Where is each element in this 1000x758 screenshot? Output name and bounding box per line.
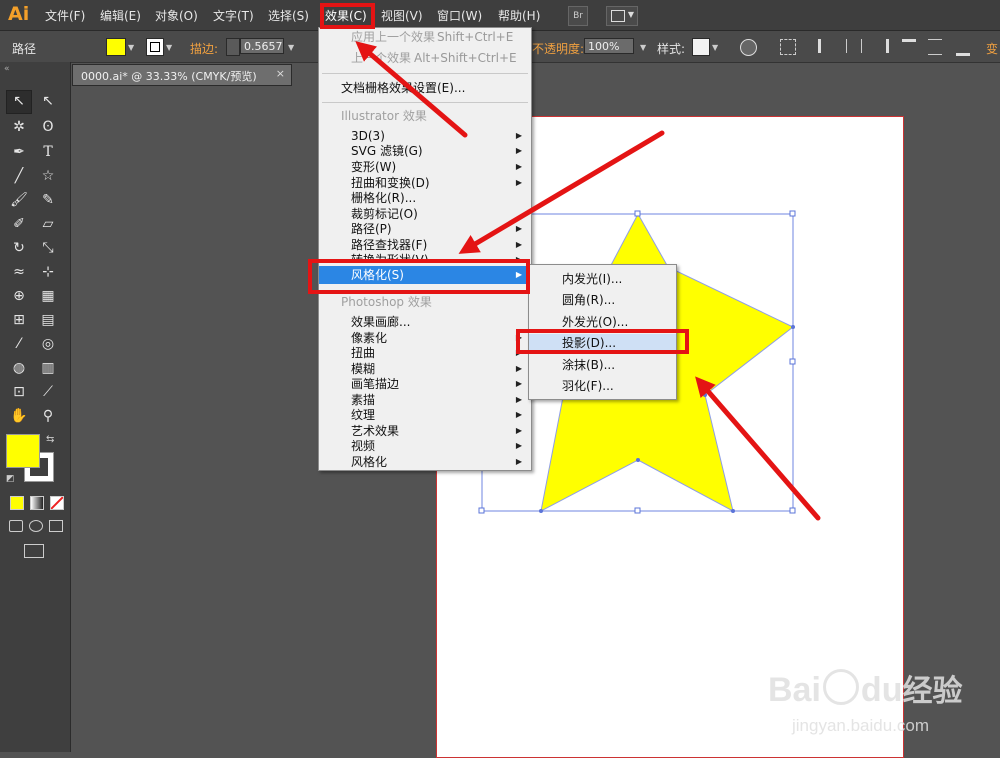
menu-item-path[interactable]: 路径(P) ▶ <box>319 221 531 237</box>
menu-item-feather[interactable]: 羽化(F)... <box>529 378 676 394</box>
menu-item-blur[interactable]: 模糊 ▶ <box>319 361 531 377</box>
menu-item-sketch[interactable]: 素描 ▶ <box>319 392 531 408</box>
menu-item-3d[interactable]: 3D(3) ▶ <box>319 128 531 144</box>
paw-icon <box>822 669 859 705</box>
baidu-watermark-logo: Bai du经验 <box>768 669 963 709</box>
menu-separator <box>322 73 528 74</box>
menu-item-svg-filters[interactable]: SVG 滤镜(G) ▶ <box>319 143 531 159</box>
menu-item-warp[interactable]: 变形(W) ▶ <box>319 159 531 175</box>
menu-item-outer-glow[interactable]: 外发光(O)... <box>529 314 676 330</box>
menu-item-pixelate[interactable]: 像素化 ▶ <box>319 330 531 346</box>
menu-item-raster-settings[interactable]: 文档栅格效果设置(E)... <box>319 80 531 96</box>
fill-color-box[interactable] <box>6 434 40 468</box>
menu-item-effect-gallery[interactable]: 效果画廊... <box>319 314 531 330</box>
menu-item-pathfinder[interactable]: 路径查找器(F) ▶ <box>319 237 531 253</box>
menu-section-photoshop: Photoshop 效果 <box>341 295 432 309</box>
menu-item-brush-strokes[interactable]: 画笔描边 ▶ <box>319 376 531 392</box>
menu-item-distort[interactable]: 扭曲 ▶ <box>319 345 531 361</box>
menu-item-artistic[interactable]: 艺术效果 ▶ <box>319 423 531 439</box>
menu-item-crop-marks[interactable]: 裁剪标记(O) <box>319 206 531 222</box>
watermark-url: jingyan.baidu.com <box>792 716 930 735</box>
effects-menu: 应用上一个效果 Shift+Ctrl+E 上一个效果 Alt+Shift+Ctrl+… <box>318 27 532 471</box>
menu-item-stylize-photoshop[interactable]: 风格化 ▶ <box>319 454 531 470</box>
menu-item-round-corners[interactable]: 圆角(R)... <box>529 292 676 308</box>
highlight-drop-shadow-item <box>516 329 689 354</box>
menu-item-apply-last-effect[interactable]: 应用上一个效果 Shift+Ctrl+E <box>319 29 531 45</box>
highlight-effect-menu <box>320 3 375 29</box>
menu-item-distort-transform[interactable]: 扭曲和变换(D) ▶ <box>319 175 531 191</box>
menu-item-scribble[interactable]: 涂抹(B)... <box>529 357 676 373</box>
menu-separator <box>322 102 528 103</box>
menu-item-last-effect[interactable]: 上一个效果 Alt+Shift+Ctrl+E <box>319 50 531 66</box>
menu-item-inner-glow[interactable]: 内发光(I)... <box>529 271 676 287</box>
highlight-stylize-item <box>308 259 530 294</box>
menu-item-video[interactable]: 视频 ▶ <box>319 438 531 454</box>
menu-item-texture[interactable]: 纹理 ▶ <box>319 407 531 423</box>
menu-section-illustrator: Illustrator 效果 <box>341 109 427 123</box>
menu-item-rasterize[interactable]: 栅格化(R)... <box>319 190 531 206</box>
